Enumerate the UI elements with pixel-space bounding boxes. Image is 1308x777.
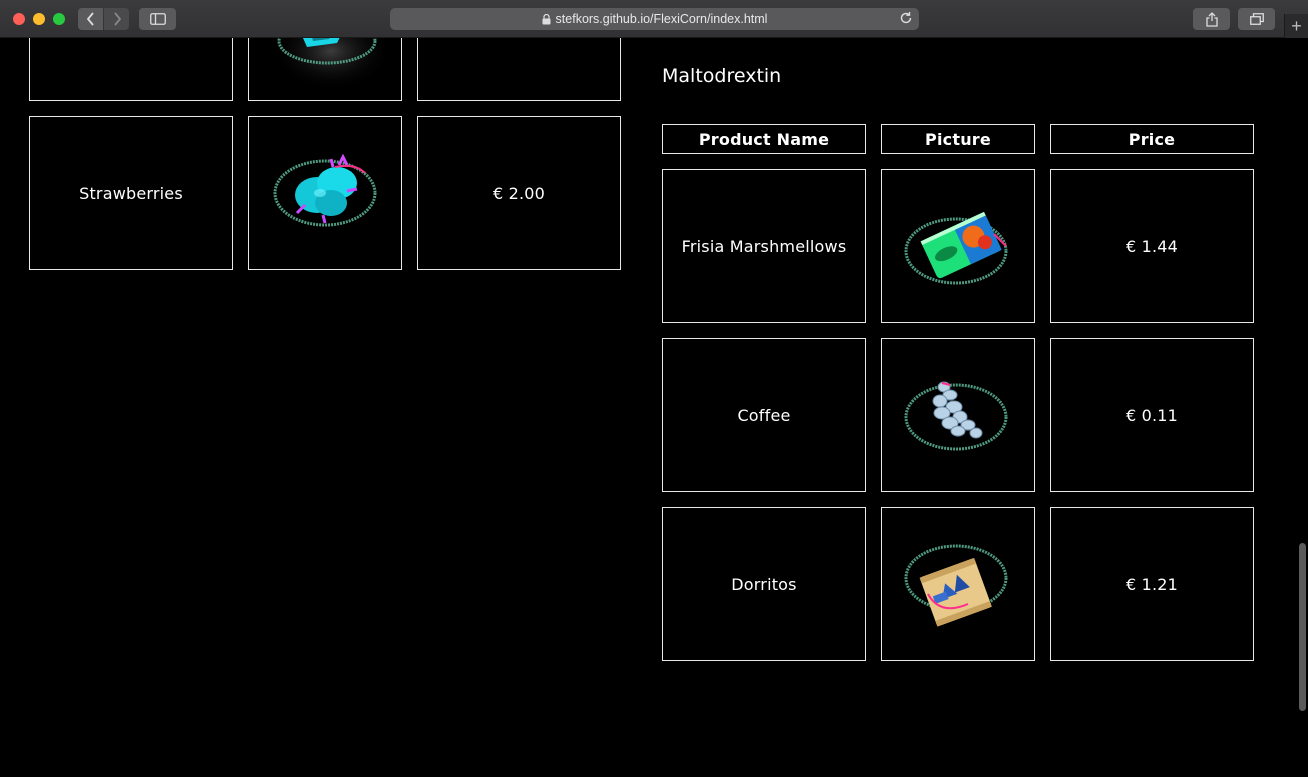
reload-icon[interactable]	[899, 11, 913, 25]
product-picture-cell	[881, 507, 1035, 661]
product-picture-cell	[881, 169, 1035, 323]
product-price: € 1.21	[1125, 574, 1179, 594]
product-name-cell: Strawberries	[29, 116, 233, 270]
column-header-product-name: Product Name	[662, 124, 866, 154]
product-price: € 1.44	[1125, 236, 1179, 256]
product-name-cell: Frisia Marshmellows	[662, 169, 866, 323]
product-price: € 2.00	[492, 183, 546, 203]
product-price-cell: € 1.44	[1050, 169, 1254, 323]
show-tabs-button[interactable]	[1238, 8, 1275, 30]
close-window-button[interactable]	[13, 13, 25, 25]
lock-icon	[542, 13, 551, 25]
share-button[interactable]	[1193, 8, 1230, 30]
product-name-cell	[29, 38, 233, 101]
product-picture-cell	[248, 38, 402, 101]
product-picture-cell	[881, 338, 1035, 492]
column-header-price: Price	[1050, 124, 1254, 154]
section-title: Maltodrextin	[662, 65, 782, 87]
browser-toolbar: stefkors.github.io/FlexiCorn/index.html …	[0, 0, 1308, 38]
product-picture-cell	[248, 116, 402, 270]
product-name-cell: Dorritos	[662, 507, 866, 661]
address-bar[interactable]: stefkors.github.io/FlexiCorn/index.html	[390, 8, 919, 30]
sidebar-toggle-button[interactable]	[139, 8, 176, 30]
tabs-icon	[1249, 13, 1264, 25]
product-price-cell	[417, 38, 621, 101]
coffee-image	[904, 381, 1008, 451]
forward-button[interactable]	[104, 8, 129, 30]
product-price-cell: € 2.00	[417, 116, 621, 270]
product-name-cell: Coffee	[662, 338, 866, 492]
product-name: Strawberries	[79, 183, 183, 203]
new-tab-button[interactable]: +	[1284, 14, 1308, 38]
strawberries-image	[273, 153, 377, 227]
sidebar-icon	[149, 13, 166, 25]
plus-icon: +	[1291, 15, 1302, 36]
marshmellows-image	[904, 211, 1008, 285]
back-button[interactable]	[78, 8, 103, 30]
vertical-scrollbar[interactable]	[1299, 543, 1306, 711]
zoom-window-button[interactable]	[53, 13, 65, 25]
url-text: stefkors.github.io/FlexiCorn/index.html	[555, 12, 768, 26]
forward-icon	[113, 12, 121, 26]
column-header-picture: Picture	[881, 124, 1035, 154]
product-name: Coffee	[737, 405, 791, 425]
product-price-cell: € 1.21	[1050, 507, 1254, 661]
product-price: € 0.11	[1125, 405, 1179, 425]
product-name: Frisia Marshmellows	[681, 236, 847, 256]
product-image	[271, 38, 391, 91]
minimize-window-button[interactable]	[33, 13, 45, 25]
web-page: Strawberries € 2.00 Maltodrextin Product…	[0, 38, 1308, 777]
dorritos-image	[904, 544, 1008, 627]
product-name: Dorritos	[731, 574, 797, 594]
back-icon	[86, 12, 94, 26]
product-price-cell: € 0.11	[1050, 338, 1254, 492]
share-icon	[1205, 11, 1218, 27]
